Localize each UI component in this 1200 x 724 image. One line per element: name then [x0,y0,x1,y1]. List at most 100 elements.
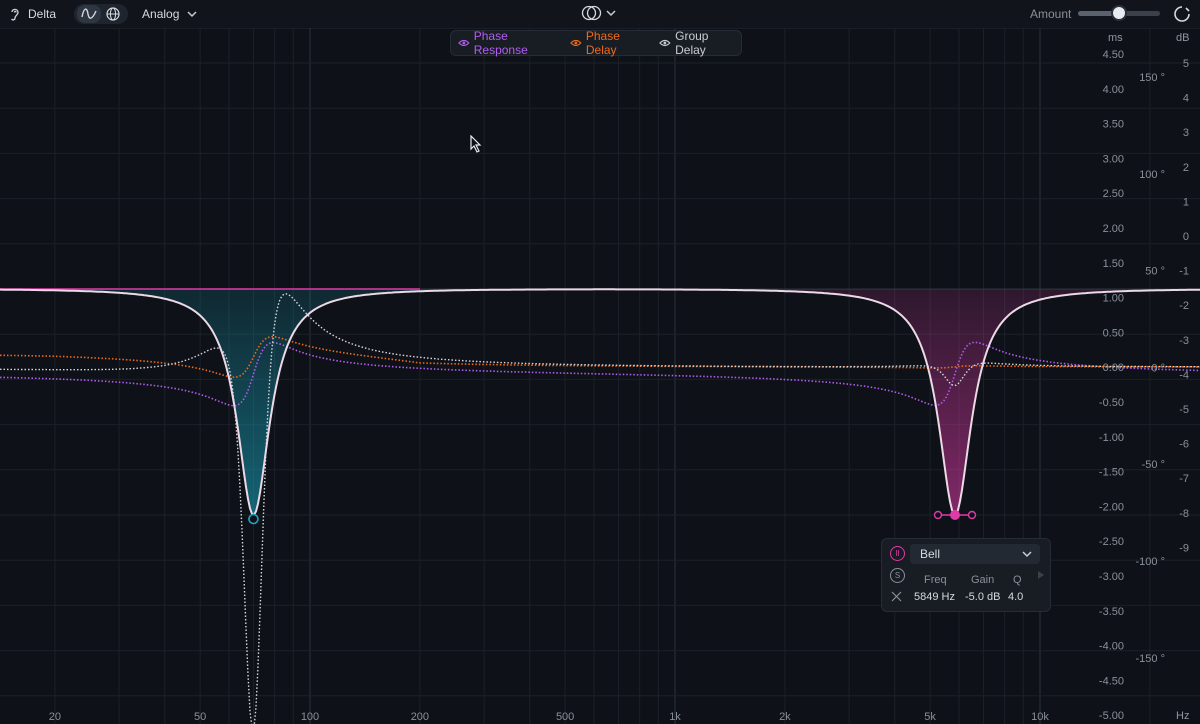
filter-type-dropdown[interactable]: Bell [910,544,1040,564]
q-handle-right [967,510,977,520]
freq-tick-label: 1k [669,711,681,723]
q-value[interactable]: 4.0 [1008,591,1023,603]
freq-tick-label: 20 [49,711,61,723]
freq-value[interactable]: 5849 Hz [914,591,955,603]
db-tick-label: -5 [1179,404,1189,416]
ms-tick-label: -4.50 [1099,675,1124,687]
ms-tick-label: -5.00 [1099,710,1124,722]
pause-icon[interactable]: II [890,546,905,561]
bypass-icon[interactable] [1172,4,1192,24]
db-tick-label: -4 [1179,369,1189,381]
curve-view-button[interactable] [77,5,102,23]
ms-tick-label: 1.00 [1103,293,1124,305]
legend-group-delay[interactable]: Group Delay [659,29,741,57]
db-tick-label: 1 [1183,196,1189,208]
group-delay-curve [0,293,1200,724]
freq-tick-label: 50 [194,711,206,723]
eq-graph[interactable]: 4.504.003.503.002.502.001.501.000.500.00… [0,28,1200,724]
expand-arrow-icon[interactable] [1037,570,1045,580]
chevron-down-icon [187,11,197,18]
close-icon[interactable] [891,591,902,602]
eq-magnitude-curve [0,288,1200,517]
db-tick-label: -6 [1179,439,1189,451]
ms-tick-label: 3.50 [1103,119,1124,131]
db-tick-label: 3 [1183,127,1189,139]
solo-icon[interactable]: S [890,568,905,583]
degree-tick-label: 0 ° [1151,362,1165,374]
legend-label: Phase Response [473,29,528,57]
ms-tick-label: -3.50 [1099,606,1124,618]
q-header: Q [1013,574,1022,586]
legend-phase-response[interactable]: Phase Response [458,29,563,57]
freq-tick-label: 500 [556,711,574,723]
grid-lines [0,28,1200,724]
degree-tick-label: -150 ° [1136,653,1165,665]
degree-tick-label: 150 ° [1139,72,1165,84]
db-tick-label: -3 [1179,335,1189,347]
freq-tick-label: 5k [924,711,936,723]
delta-label: Delta [28,7,57,21]
ms-tick-label: -1.00 [1099,432,1124,444]
degree-tick-label: 50 ° [1145,266,1165,278]
band-handle [248,513,259,525]
db-tick-label: 4 [1183,93,1189,105]
hz-unit-label: Hz [1176,710,1190,722]
freq-tick-label: 100 [301,711,319,723]
eye-icon [570,39,582,47]
legend-label: Phase Delay [585,29,620,57]
mode-dropdown[interactable]: Analog [128,7,197,21]
legend-label: Group Delay [675,29,709,57]
delta-toggle[interactable]: Delta [0,6,56,22]
db-tick-label: -7 [1179,473,1189,485]
curve-legend: Phase Response Phase Delay Group Delay [450,29,742,57]
eye-icon [458,39,470,47]
legend-phase-delay[interactable]: Phase Delay [570,29,652,57]
ms-tick-label: -3.00 [1099,571,1124,583]
ms-tick-label: -2.00 [1099,501,1124,513]
amount-label: Amount [1030,7,1072,21]
gain-value[interactable]: -5.0 dB [965,591,1000,603]
view-mode-toggle [74,4,129,24]
ms-tick-label: 0.00 [1103,362,1124,374]
freq-tick-label: 200 [411,711,429,723]
globe-view-button[interactable] [101,5,125,23]
ms-tick-label: -1.50 [1099,467,1124,479]
mouse-cursor-icon [470,135,482,153]
chevron-down-icon [606,10,616,17]
phase-response-curve [0,341,1200,407]
db-tick-label: -2 [1179,300,1189,312]
ms-tick-label: 1.50 [1103,258,1124,270]
ms-tick-label: 3.00 [1103,153,1124,165]
globe-icon [106,7,120,21]
ms-tick-label: -0.50 [1099,397,1124,409]
db-tick-label: -9 [1179,542,1189,554]
ms-tick-label: 2.50 [1103,188,1124,200]
band-handle [949,510,960,520]
degree-tick-label: -50 ° [1142,459,1165,471]
ms-unit-label: ms [1108,32,1123,44]
band-settings-panel: II S Bell Freq Gain Q 5849 Hz -5.0 dB 4.… [881,538,1051,612]
db-unit-label: dB [1176,32,1190,44]
q-handle-left [933,510,943,520]
top-toolbar: Delta Analog Amount [0,0,1200,29]
eye-icon [659,39,671,47]
amount-slider-knob[interactable] [1113,7,1125,19]
link-dropdown[interactable] [581,5,616,21]
ms-tick-label: 0.50 [1103,327,1124,339]
degree-tick-label: -100 ° [1136,556,1165,568]
ms-tick-label: 4.00 [1103,84,1124,96]
db-tick-label: -1 [1179,266,1189,278]
band-fill [28,289,480,515]
freq-header: Freq [924,574,947,586]
mode-label: Analog [142,7,180,21]
ms-tick-label: 4.50 [1103,49,1124,61]
filter-type-label: Bell [920,547,941,561]
chevron-down-icon [1022,551,1032,558]
amount-slider[interactable] [1078,7,1160,19]
gain-header: Gain [971,574,995,586]
db-tick-label: 0 [1183,231,1189,243]
db-tick-label: 2 [1183,162,1189,174]
freq-tick-label: 2k [779,711,791,723]
degree-tick-label: 100 ° [1139,169,1165,181]
ms-tick-label: 2.00 [1103,223,1124,235]
